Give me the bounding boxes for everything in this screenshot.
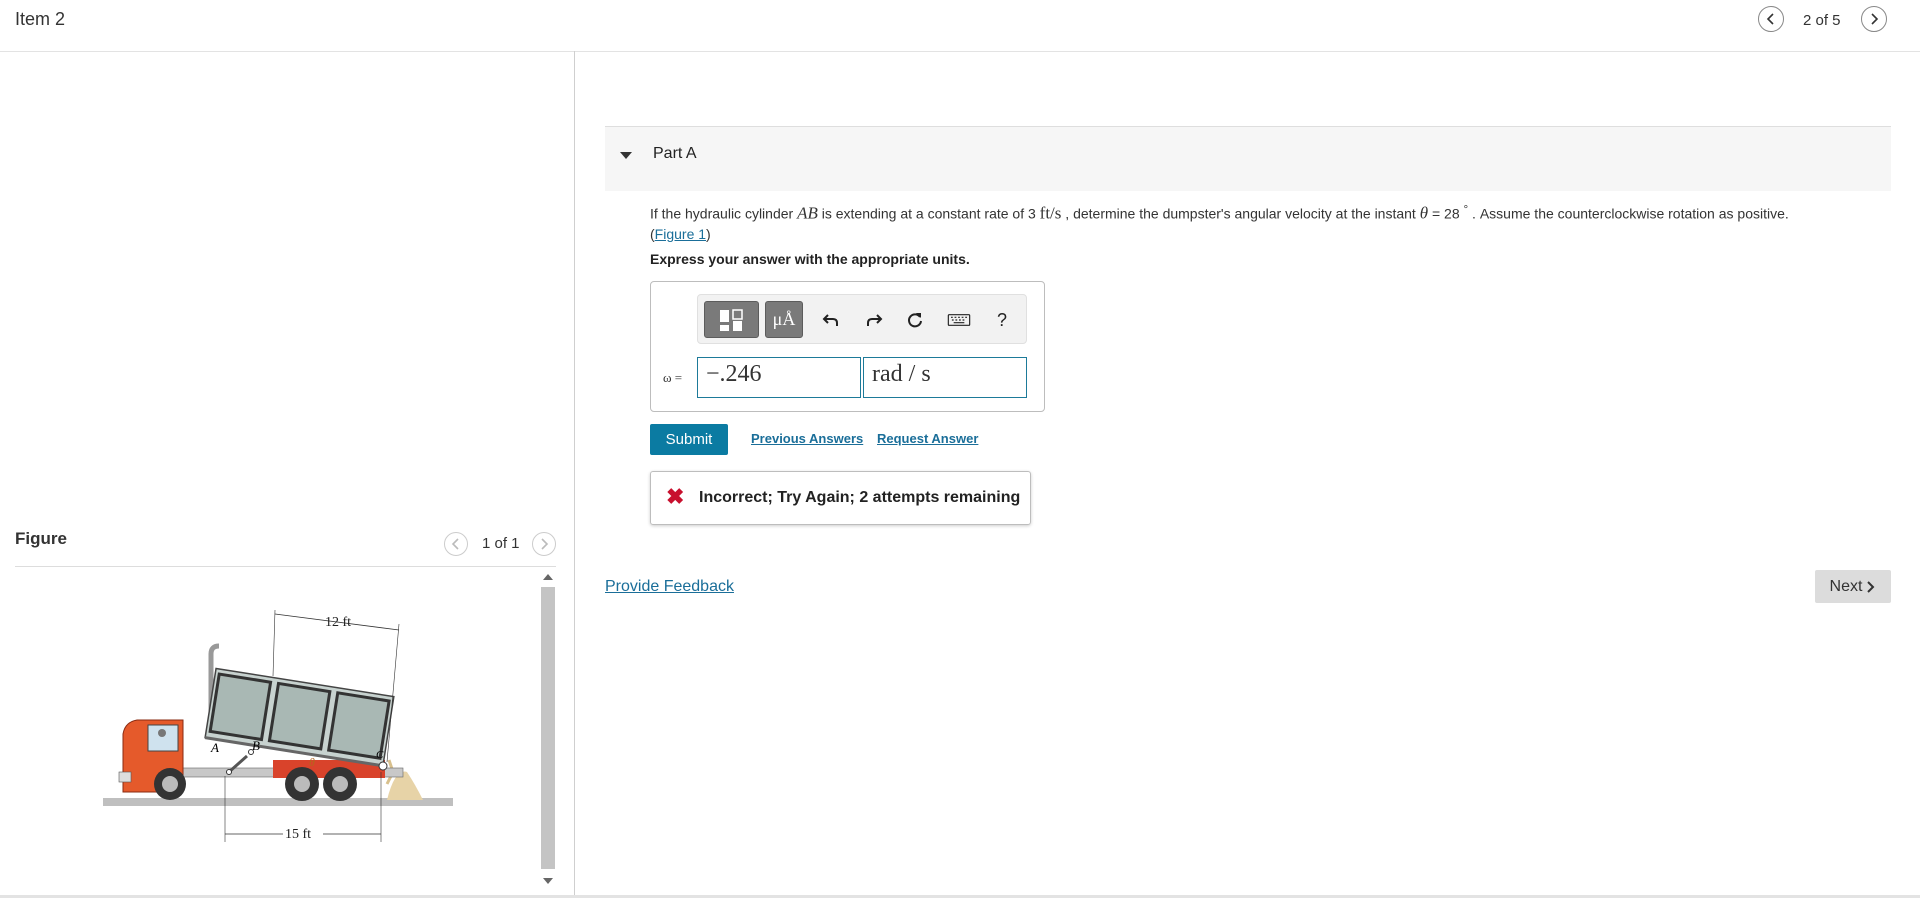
answer-value-input[interactable]: −.246 [697,357,861,398]
chevron-left-icon [1766,13,1774,25]
next-label: Next [1829,577,1863,595]
templates-button[interactable] [704,301,759,338]
driver [158,729,166,737]
keyboard-icon[interactable] [946,309,972,331]
label-c: C [376,749,384,761]
question-text-4: = 28 [1428,205,1464,222]
provide-feedback-link[interactable]: Provide Feedback [605,578,734,596]
scroll-up-arrow-icon[interactable] [543,574,553,580]
part-label: Part A [653,145,697,162]
math-toolbar: μÅ ? [697,294,1027,344]
units-button[interactable]: μÅ [765,301,803,338]
question-text-2: is extending at a constant rate of 3 [817,205,1040,222]
request-answer-link[interactable]: Request Answer [877,431,978,446]
ext-line-12a [272,609,276,677]
part-a-header[interactable]: Part A [605,126,1891,191]
incorrect-icon: ✖ [666,484,685,509]
figure-image: A B C θ 12 ft 15 ft [15,572,535,892]
chevron-left-icon [451,538,459,550]
item-title: Item 2 [15,9,66,29]
chevron-right-icon [541,538,549,550]
scrollbar-thumb[interactable] [541,587,555,869]
reset-icon[interactable] [904,309,926,331]
question-text-3: , determine the dumpster's angular veloc… [1061,205,1420,222]
figure-title: Figure [15,529,67,548]
next-button[interactable]: Next [1815,570,1891,603]
figure-pager: 1 of 1 [482,535,520,552]
figure-divider [15,566,556,567]
dump-box [204,667,395,768]
feedback-text: Incorrect; Try Again; 2 attempts remaini… [699,489,1021,506]
bumper [118,771,132,783]
label-theta: θ [309,755,315,769]
answer-instructions: Express your answer with the appropriate… [650,251,970,267]
figure-link-close: ) [706,225,711,242]
chevron-right-icon [1871,13,1879,25]
cab-window [147,724,179,752]
label-b: B [252,738,260,753]
collapse-caret-icon[interactable] [620,152,632,159]
figure-prev-button[interactable] [444,532,468,556]
feedback-box: ✖ Incorrect; Try Again; 2 attempts remai… [650,471,1031,525]
question-text: If the hydraulic cylinder AB is extendin… [650,200,1890,244]
submit-button[interactable]: Submit [650,424,728,455]
chevron-right-icon [1867,580,1875,593]
figure-link[interactable]: Figure 1 [655,226,706,242]
figure-next-button[interactable] [532,532,556,556]
math-unit: ft/s [1039,203,1062,223]
next-item-button[interactable] [1861,6,1887,32]
omega-label: ω = [663,370,683,385]
question-text-5: . Assume the counterclockwise rotation a… [1468,205,1789,222]
undo-icon[interactable] [820,309,842,331]
figure-scrollbar[interactable] [539,569,557,889]
help-icon[interactable]: ? [991,309,1013,331]
dim-label-12: 12 ft [325,615,351,630]
item-pager: 2 of 5 [1803,12,1841,29]
question-text-1: If the hydraulic cylinder [650,205,798,222]
dump-truck-diagram: A B C θ 12 ft 15 ft [103,609,453,842]
prev-item-button[interactable] [1758,6,1784,32]
label-a: A [210,740,219,755]
answer-box: μÅ ? ω = −.246 rad / s [650,281,1045,412]
pane-divider[interactable] [574,51,575,898]
previous-answers-link[interactable]: Previous Answers [751,431,863,446]
top-header: Item 2 2 of 5 [0,0,1920,52]
hinge-c [378,761,388,771]
math-theta: θ [1419,203,1429,223]
redo-icon[interactable] [863,309,885,331]
ext-line-12b [386,623,400,763]
point-a-pin [226,769,232,775]
answer-units-input[interactable]: rad / s [863,357,1027,398]
dim-label-15: 15 ft [285,827,311,842]
scroll-down-arrow-icon[interactable] [543,878,553,884]
templates-icon [719,308,743,331]
math-ab: AB [797,203,818,223]
